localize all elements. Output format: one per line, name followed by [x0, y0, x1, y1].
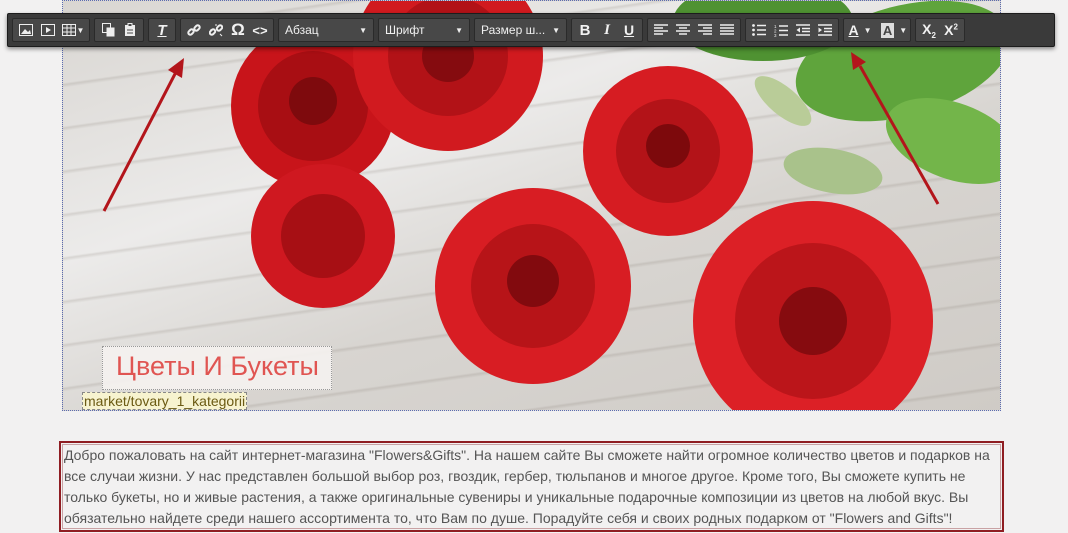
font-size-value: Размер ш...	[481, 23, 546, 37]
welcome-paragraph[interactable]: Добро пожаловать на сайт интернет-магази…	[59, 441, 1004, 532]
align-left-icon	[654, 24, 668, 35]
font-size-select[interactable]: Размер ш... ▼	[474, 18, 567, 42]
hero-title: Цветы И Букеты	[116, 351, 319, 381]
outdent-icon	[796, 24, 810, 36]
outdent-button[interactable]	[792, 20, 814, 40]
bold-icon: B	[579, 21, 591, 39]
paste-button[interactable]	[119, 20, 141, 40]
align-center-button[interactable]	[672, 20, 694, 40]
bullet-list-icon	[752, 24, 766, 36]
table-button[interactable]: ▼	[59, 20, 87, 40]
link-button[interactable]	[183, 20, 205, 40]
hero-title-box[interactable]: Цветы И Букеты	[102, 346, 332, 390]
chevron-down-icon: ▼	[359, 25, 367, 35]
paragraph-format-select[interactable]: Абзац ▼	[278, 18, 374, 42]
code-icon: <>	[252, 22, 268, 38]
format-clear-group: T	[148, 18, 176, 42]
svg-text:3: 3	[774, 33, 777, 37]
clear-format-icon: T	[157, 21, 167, 39]
paragraph-format-value: Абзац	[285, 23, 319, 37]
special-char-button[interactable]: Ω	[227, 20, 249, 40]
numbered-list-icon: 123	[774, 24, 788, 37]
insert-group: ▼	[12, 18, 90, 42]
align-justify-icon	[720, 24, 734, 35]
unlink-button[interactable]	[205, 20, 227, 40]
source-code-button[interactable]: <>	[249, 20, 271, 40]
font-family-value: Шрифт	[385, 23, 425, 37]
bg-color-icon: A	[880, 22, 895, 38]
bg-color-button[interactable]: A ▼	[880, 20, 908, 40]
bullet-list-button[interactable]	[748, 20, 770, 40]
underline-icon: U	[623, 22, 635, 38]
font-color-icon: A	[848, 22, 859, 38]
subscript-icon: X2	[922, 20, 936, 40]
underline-button[interactable]: U	[618, 20, 640, 40]
indent-button[interactable]	[814, 20, 836, 40]
chevron-down-icon: ▼	[552, 25, 560, 35]
align-justify-button[interactable]	[716, 20, 738, 40]
superscript-button[interactable]: X2	[940, 20, 962, 40]
align-right-button[interactable]	[694, 20, 716, 40]
align-left-button[interactable]	[650, 20, 672, 40]
clear-format-button[interactable]: T	[151, 20, 173, 40]
list-group: 123	[745, 18, 839, 42]
image-button[interactable]	[15, 20, 37, 40]
font-color-button[interactable]: A ▼	[846, 20, 874, 40]
chevron-down-icon: ▼	[899, 25, 908, 35]
copy-icon	[101, 23, 114, 37]
link-group: Ω <>	[180, 18, 274, 42]
script-group: X2 X2	[915, 18, 965, 42]
align-center-icon	[676, 24, 690, 35]
color-group: A ▼ A ▼	[843, 18, 911, 42]
font-family-select[interactable]: Шрифт ▼	[378, 18, 470, 42]
table-icon	[61, 24, 76, 36]
chevron-down-icon: ▼	[455, 25, 463, 35]
italic-button[interactable]: I	[596, 20, 618, 40]
media-button[interactable]	[37, 20, 59, 40]
omega-icon: Ω	[231, 20, 245, 39]
unlink-icon	[209, 24, 223, 37]
bold-button[interactable]: B	[574, 20, 596, 40]
link-icon	[187, 24, 201, 36]
paste-icon	[124, 23, 135, 36]
chevron-down-icon: ▼	[76, 25, 85, 35]
editor-toolbar: ▼ T Ω <> Абзац ▼ Шрифт ▼ Размер ш... ▼ B…	[7, 13, 1055, 47]
superscript-icon: X2	[944, 22, 958, 38]
clipboard-group	[94, 18, 144, 42]
subscript-button[interactable]: X2	[918, 20, 940, 40]
chevron-down-icon: ▼	[863, 25, 872, 35]
indent-icon	[818, 24, 832, 36]
media-icon	[41, 24, 55, 36]
align-group	[647, 18, 741, 42]
url-tag[interactable]: market/tovary_1_kategorii	[82, 392, 248, 410]
numbered-list-button[interactable]: 123	[770, 20, 792, 40]
image-icon	[19, 24, 33, 36]
align-right-icon	[698, 24, 712, 35]
italic-icon: I	[604, 21, 610, 38]
copy-button[interactable]	[97, 20, 119, 40]
style-group: B I U	[571, 18, 643, 42]
